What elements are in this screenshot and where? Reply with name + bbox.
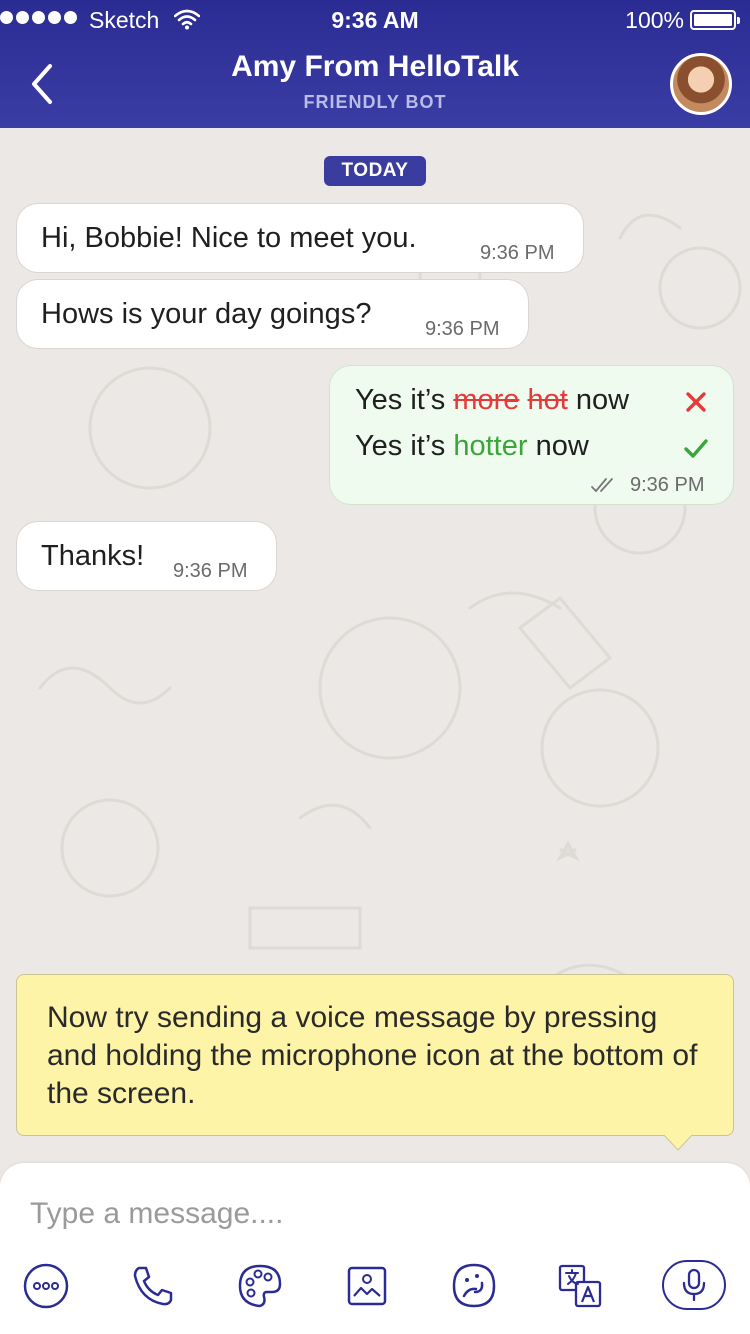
date-divider: TODAY <box>324 156 426 186</box>
correct-check-icon <box>684 439 708 458</box>
original-prefix: Yes it’s <box>355 384 454 416</box>
message-time: 9:36 PM <box>630 474 705 496</box>
status-bar: Sketch 9:36 AM 100% <box>0 0 750 40</box>
message-text: Hi, Bobbie! Nice to meet you. <box>41 222 417 254</box>
message-input[interactable] <box>30 1191 720 1237</box>
nav-header: Sketch 9:36 AM 100% Amy From HelloTalk F… <box>0 0 750 128</box>
chat-subtitle: FRIENDLY BOT <box>303 92 447 112</box>
battery-percent: 100% <box>625 7 684 33</box>
message-bubble-incoming[interactable]: Thanks! 9:36 PM <box>16 521 277 591</box>
phone-icon <box>133 1266 173 1306</box>
message-bubble-incoming[interactable]: Hi, Bobbie! Nice to meet you. 9:36 PM <box>16 203 584 273</box>
corrected-prefix: Yes it’s <box>355 430 454 462</box>
doodle-button[interactable] <box>232 1258 288 1314</box>
message-text: Thanks! <box>41 540 145 572</box>
message-bubble-outgoing-correction[interactable]: Yes it’s more hot now Yes it’s hotter no… <box>329 365 734 505</box>
more-icon <box>23 1263 69 1309</box>
sticker-icon <box>452 1263 496 1308</box>
double-check-icon <box>591 478 613 493</box>
microphone-button[interactable] <box>662 1260 726 1310</box>
corrected-word: hotter <box>453 430 528 462</box>
chat-area[interactable]: TODAY Hi, Bobbie! Nice to meet you. 9:36… <box>0 128 750 1168</box>
original-suffix: now <box>567 384 630 416</box>
image-button[interactable] <box>339 1258 395 1314</box>
message-bubble-incoming[interactable]: Hows is your day goings? 9:36 PM <box>16 279 529 349</box>
hint-tooltip: Now try sending a voice message by press… <box>16 974 734 1136</box>
corrected-sentence: Yes it’s hotter now <box>355 430 589 463</box>
sticker-button[interactable] <box>446 1258 502 1314</box>
hint-text: Now try sending a voice message by press… <box>47 1001 698 1110</box>
translate-icon <box>558 1264 602 1308</box>
microphone-icon <box>682 1268 706 1302</box>
avatar[interactable] <box>670 53 732 115</box>
message-time: 9:36 PM <box>173 560 248 582</box>
message-time: 9:36 PM <box>480 242 555 264</box>
wrong-x-icon <box>686 392 706 412</box>
battery-icon <box>690 10 740 30</box>
message-time: 9:36 PM <box>425 318 500 340</box>
corrected-suffix: now <box>527 430 589 462</box>
palette-icon <box>238 1264 282 1308</box>
chat-title[interactable]: Amy From HelloTalk <box>0 50 750 84</box>
wrong-word: hot <box>527 384 568 416</box>
hint-tooltip-pointer <box>664 1135 692 1151</box>
wrong-word: more <box>453 384 520 416</box>
original-sentence: Yes it’s more hot now <box>355 384 629 417</box>
translate-button[interactable] <box>552 1258 608 1314</box>
image-icon <box>347 1266 387 1306</box>
call-button[interactable] <box>125 1258 181 1314</box>
more-button[interactable] <box>18 1258 74 1314</box>
message-text: Hows is your day goings? <box>41 298 372 330</box>
